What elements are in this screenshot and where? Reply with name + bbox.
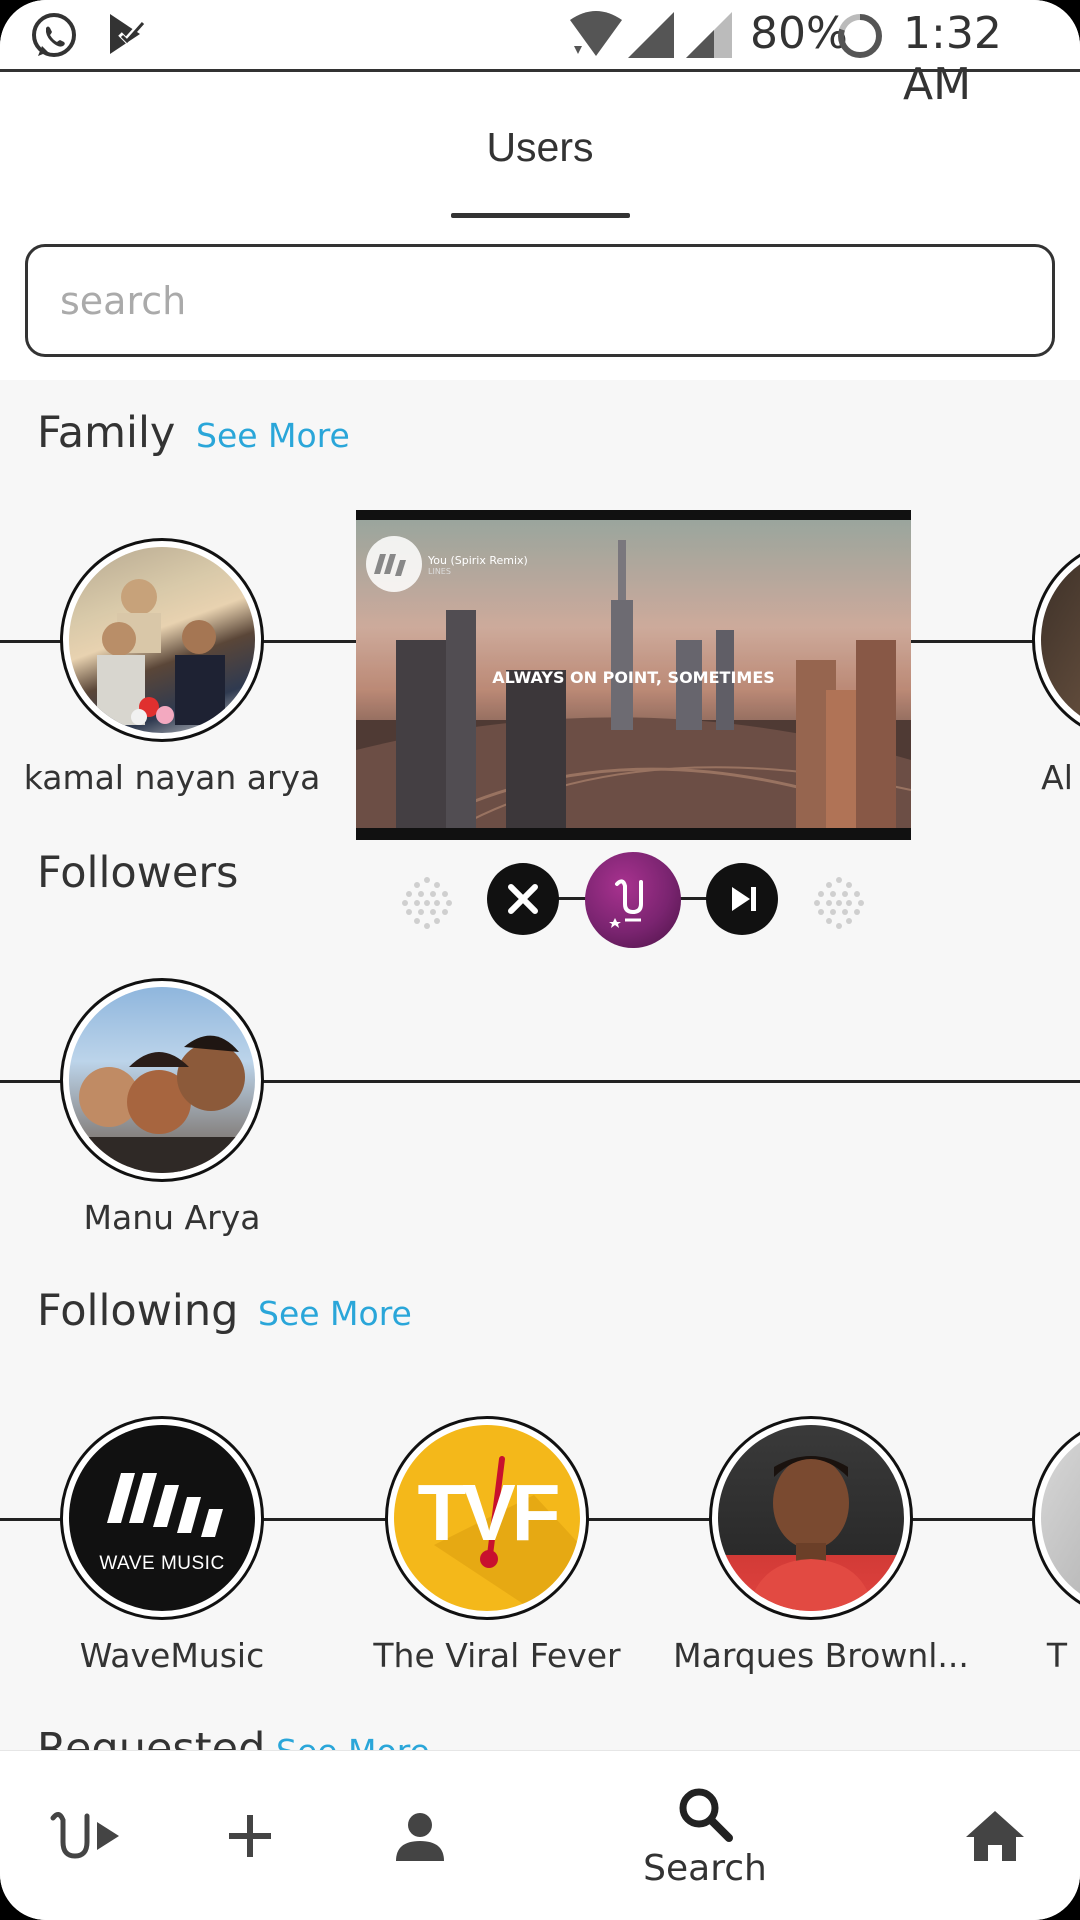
- nav-add-button[interactable]: [210, 1751, 290, 1920]
- followers-section-title: Followers: [37, 848, 239, 898]
- task-check-icon: [110, 14, 146, 54]
- signal-icon: [628, 12, 674, 58]
- nav-home-button[interactable]: [955, 1751, 1035, 1920]
- avatar-marques-brownlee[interactable]: [709, 1416, 913, 1620]
- requested-section-title: Requested: [37, 1724, 266, 1750]
- avatar-the-viral-fever[interactable]: TVF: [385, 1416, 589, 1620]
- close-icon: [508, 884, 538, 914]
- manu-arya-photo-image: [79, 1035, 245, 1173]
- signal-2-icon: [686, 12, 732, 58]
- app-logo-button[interactable]: [585, 852, 681, 948]
- drag-handle-left-icon[interactable]: [396, 872, 458, 934]
- video-frame[interactable]: You (Spirix Remix) LINES ALWAYS ON POINT…: [356, 520, 911, 828]
- search-input[interactable]: [25, 244, 1055, 357]
- user-name-wavemusic[interactable]: WaveMusic: [7, 1636, 337, 1675]
- home-icon: [966, 1811, 1024, 1861]
- nav-search-label: Search: [643, 1847, 767, 1889]
- skip-next-button[interactable]: [706, 863, 778, 935]
- battery-percentage: 80%: [750, 8, 848, 59]
- wavemusic-logo-icon: [107, 1473, 223, 1537]
- following-see-more-link[interactable]: See More: [258, 1294, 412, 1333]
- avatar-manu-arya[interactable]: [60, 978, 264, 1182]
- wavemusic-logo-text: WAVE MUSIC: [99, 1553, 225, 1574]
- family-see-more-link[interactable]: See More: [196, 416, 350, 455]
- whatsapp-icon: [32, 13, 76, 57]
- nav-search-button[interactable]: Search: [620, 1751, 790, 1920]
- avatar-following-partial[interactable]: [1032, 1416, 1080, 1620]
- user-name-following-partial[interactable]: T: [892, 1636, 1080, 1675]
- mini-video-player[interactable]: You (Spirix Remix) LINES ALWAYS ON POINT…: [356, 510, 911, 840]
- user-name-the-viral-fever[interactable]: The Viral Fever: [332, 1636, 662, 1675]
- plus-icon: [229, 1815, 271, 1857]
- close-player-button[interactable]: [487, 863, 559, 935]
- avatar-kamal-nayan-arya[interactable]: [60, 538, 264, 742]
- tvf-logo-text: TVF: [417, 1468, 560, 1557]
- player-song-title: You (Spirix Remix): [428, 554, 528, 567]
- avatar-wavemusic[interactable]: WAVE MUSIC: [60, 1416, 264, 1620]
- person-icon: [396, 1813, 444, 1861]
- video-caption: ALWAYS ON POINT, SOMETIMES: [492, 668, 775, 687]
- requested-see-more-link[interactable]: See More: [276, 1732, 430, 1750]
- app-logo-icon: [609, 879, 643, 928]
- bottom-navigation: Search: [0, 1750, 1080, 1920]
- following-section-title: Following: [37, 1286, 239, 1336]
- tab-indicator: [451, 213, 630, 218]
- battery-ring-icon: [838, 14, 882, 58]
- nav-player-button[interactable]: [40, 1751, 130, 1920]
- skip-next-icon: [732, 887, 756, 911]
- wifi-icon: [570, 11, 622, 56]
- family-section-title: Family: [37, 408, 176, 458]
- marques-brownlee-photo-image: [748, 1456, 874, 1611]
- app-logo-play-icon: [50, 1812, 119, 1859]
- drag-handle-right-icon[interactable]: [808, 872, 870, 934]
- status-bar: 80% 1:32 AM: [0, 0, 1080, 110]
- user-name-family-partial[interactable]: Al: [892, 758, 1080, 797]
- avatar-family-partial[interactable]: [1032, 538, 1080, 742]
- nav-profile-button[interactable]: [380, 1751, 460, 1920]
- clock-time: 1:32 AM: [903, 8, 1002, 110]
- tab-users[interactable]: Users: [0, 124, 1080, 171]
- search-icon: [679, 1788, 733, 1842]
- family-photo-image: [97, 579, 225, 725]
- user-name-kamal-nayan-arya[interactable]: kamal nayan arya: [7, 758, 337, 797]
- phone-screen: 80% 1:32 AM Users Family See More: [0, 0, 1080, 1920]
- user-name-manu-arya[interactable]: Manu Arya: [7, 1198, 337, 1237]
- player-artist: LINES: [428, 567, 451, 576]
